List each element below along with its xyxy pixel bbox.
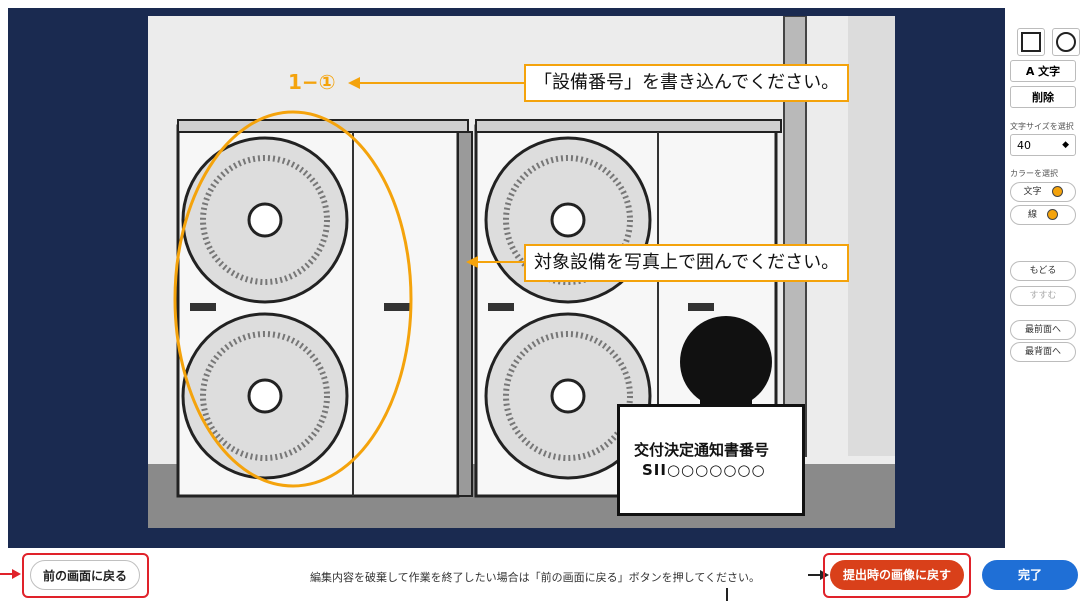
discard-notice: 編集内容を破棄して作業を終了したい場合は「前の画面に戻る」ボタンを押してください… — [310, 571, 761, 584]
left-arrow-marker-icon — [0, 569, 21, 579]
square-icon — [1021, 32, 1041, 52]
redo-button[interactable]: すすむ — [1010, 286, 1076, 306]
text-tool-button[interactable]: A 文字 — [1010, 60, 1076, 82]
edit-toolbar: A 文字 削除 文字サイズを選択 40 ◆ カラーを選択 文字 線 もどる すす… — [1005, 8, 1088, 548]
font-size-value: 40 — [1017, 139, 1031, 152]
color-swatch-icon — [1047, 209, 1058, 220]
font-size-label: 文字サイズを選択 — [1010, 122, 1074, 131]
done-button[interactable]: 完了 — [982, 560, 1078, 590]
back-button[interactable]: 前の画面に戻る — [30, 560, 140, 590]
line-color-button[interactable]: 線 — [1010, 205, 1076, 225]
undo-button[interactable]: もどる — [1010, 261, 1076, 281]
line-color-label: 線 — [1027, 210, 1037, 220]
bottom-bar: 前の画面に戻る 編集内容を破棄して作業を終了したい場合は「前の画面に戻る」ボタン… — [0, 548, 1088, 601]
notice-board: 交付決定通知書番号 SII○○○○○○○ — [617, 404, 805, 516]
text-color-button[interactable]: 文字 — [1010, 182, 1076, 202]
select-arrows-icon: ◆ — [1062, 140, 1069, 150]
callout-enclose-equipment[interactable]: 対象設備を写真上で囲んでください。 — [524, 244, 850, 282]
rectangle-tool-button[interactable] — [1017, 28, 1045, 56]
bring-to-front-button[interactable]: 最前面へ — [1010, 320, 1076, 340]
send-to-back-button[interactable]: 最背面へ — [1010, 342, 1076, 362]
notice-board-number: SII○○○○○○○ — [642, 461, 766, 479]
circle-icon — [1056, 32, 1076, 52]
annotation-label[interactable]: 1−① — [288, 70, 336, 94]
color-label: カラーを選択 — [1010, 169, 1058, 178]
color-swatch-icon — [1051, 186, 1063, 197]
ellipse-tool-button[interactable] — [1052, 28, 1080, 56]
callout-equipment-number[interactable]: 「設備番号」を書き込んでください。 — [524, 64, 850, 102]
font-size-select[interactable]: 40 ◆ — [1010, 134, 1076, 156]
text-color-label: 文字 — [1023, 187, 1042, 197]
pointer-line — [726, 588, 728, 601]
reset-to-submitted-image-button[interactable]: 提出時の画像に戻す — [830, 560, 964, 590]
notice-board-title: 交付決定通知書番号 — [634, 441, 770, 459]
delete-button[interactable]: 削除 — [1010, 86, 1076, 108]
